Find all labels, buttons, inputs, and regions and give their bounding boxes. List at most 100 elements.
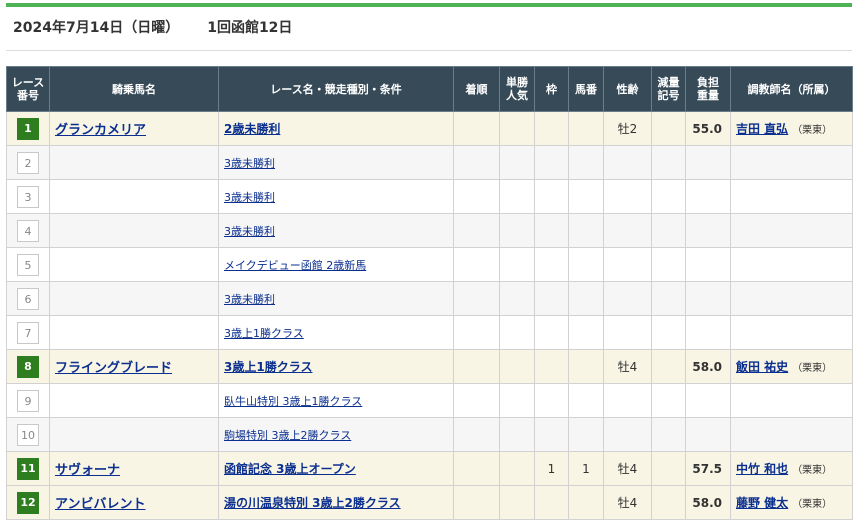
race-name-cell: 3歳未勝利 [218,281,454,316]
trainer-cell: 吉田 直弘 （栗東） [730,111,853,146]
race-name-link[interactable]: 駒場特別 3歳上2勝クラス [224,429,351,442]
race-number-badge: 3 [17,185,39,208]
race-number-cell: 12 [6,485,50,520]
frame-cell [534,145,569,180]
trainer-cell [730,179,853,214]
horse-number-cell [568,179,604,214]
sex-age-cell [603,315,652,350]
horse-number-cell [568,417,604,452]
horse-number-cell [568,213,604,248]
race-name-link[interactable]: 3歳上1勝クラス [224,327,304,340]
sex-age-value: 牡4 [617,496,638,510]
trainer-link[interactable]: 飯田 祐史 [736,360,788,374]
race-name-cell: 3歳上1勝クラス [218,349,454,384]
trainer-link[interactable]: 藤野 健太 [736,496,788,510]
horse-number-cell: 1 [568,451,604,486]
date-label: 2024年7月14日（日曜） [13,20,180,36]
frame-cell [534,213,569,248]
column-header-carried-weight: 負担 重量 [685,66,731,112]
sex-age-cell [603,383,652,418]
race-name-link[interactable]: 湯の川温泉特別 3歳上2勝クラス [224,496,401,510]
popularity-cell [499,145,535,180]
column-header-frame: 枠 [534,66,569,112]
column-header-text: 馬番 [575,82,597,96]
race-name-cell: 湯の川温泉特別 3歳上2勝クラス [218,485,454,520]
horse-number-cell [568,349,604,384]
trainer-cell [730,281,853,316]
race-name-link[interactable]: 2歳未勝利 [224,122,280,136]
horse-name-link[interactable]: グランカメリア [55,123,146,138]
race-number-cell: 4 [6,213,50,248]
race-name-link[interactable]: 3歳未勝利 [224,293,275,306]
popularity-cell [499,349,535,384]
carried-weight-cell [685,179,731,214]
column-header-text: 枠 [546,82,557,96]
sex-age-cell [603,281,652,316]
race-number-cell: 9 [6,383,50,418]
carried-weight-value: 55.0 [692,121,722,136]
sex-age-cell [603,179,652,214]
race-number-badge: 5 [17,253,39,276]
carried-weight-cell [685,213,731,248]
popularity-cell [499,281,535,316]
weight-allowance-cell [651,281,686,316]
horse-name-link[interactable]: アンビバレント [55,497,145,512]
horse-name-link[interactable]: サヴォーナ [55,463,120,478]
race-number-cell: 11 [6,451,50,486]
race-number-cell: 6 [6,281,50,316]
sex-age-cell [603,247,652,282]
race-name-link[interactable]: 函館記念 3歳上オープン [224,462,356,476]
column-header-finish: 着順 [453,66,500,112]
column-header-text: 人気 [506,89,528,102]
horse-name-cell [49,417,219,452]
table-row: 10 駒場特別 3歳上2勝クラス [6,417,853,452]
horse-name-cell: サヴォーナ [49,451,219,486]
horse-number-cell [568,485,604,520]
column-header-sex-age: 性齢 [603,66,652,112]
race-number-cell: 1 [6,111,50,146]
horse-number-cell [568,247,604,282]
horse-name-link[interactable]: フライングブレード [55,361,172,376]
race-name-link[interactable]: 3歳未勝利 [224,225,275,238]
race-number-badge: 1 [17,117,39,140]
column-header-trainer: 調教師名（所属） [730,66,853,112]
column-header-text: 記号 [657,89,680,102]
horse-name-cell [49,247,219,282]
weight-allowance-cell [651,247,686,282]
sex-age-cell: 牡4 [603,451,652,486]
race-name-link[interactable]: 3歳未勝利 [224,157,275,170]
carried-weight-value: 58.0 [692,495,722,510]
finish-cell [453,485,500,520]
frame-cell [534,281,569,316]
column-header-text: 騎乗馬名 [112,82,156,96]
race-name-link[interactable]: 3歳未勝利 [224,191,275,204]
race-name-cell: 3歳未勝利 [218,213,454,248]
trainer-cell: 飯田 祐史 （栗東） [730,349,853,384]
horse-name-cell: アンビバレント [49,485,219,520]
race-name-link[interactable]: 臥牛山特別 3歳上1勝クラス [224,395,362,408]
race-number-cell: 2 [6,145,50,180]
column-header-text: レース [11,76,45,89]
horse-number-cell [568,111,604,146]
horse-number-cell [568,281,604,316]
race-name-link[interactable]: 3歳上1勝クラス [224,360,312,374]
carried-weight-cell [685,281,731,316]
race-name-link[interactable]: メイクデビュー函館 2歳新馬 [224,259,366,272]
popularity-cell [499,213,535,248]
sex-age-value: 牡2 [617,122,638,136]
sex-age-cell [603,213,652,248]
trainer-link[interactable]: 中竹 和也 [736,462,788,476]
race-number-badge: 11 [17,457,39,480]
table-row: 9 臥牛山特別 3歳上1勝クラス [6,383,853,418]
table-row: 2 3歳未勝利 [6,145,853,180]
column-header-text: レース名・競走種別・条件 [270,82,402,96]
race-number-cell: 10 [6,417,50,452]
divider [6,50,852,51]
horse-name-cell [49,145,219,180]
horse-name-cell [49,281,219,316]
sex-age-cell: 牡4 [603,485,652,520]
column-header-text: 番号 [17,89,39,102]
race-name-cell: 2歳未勝利 [218,111,454,146]
trainer-link[interactable]: 吉田 直弘 [736,122,788,136]
column-header-horse-name: 騎乗馬名 [49,66,219,112]
